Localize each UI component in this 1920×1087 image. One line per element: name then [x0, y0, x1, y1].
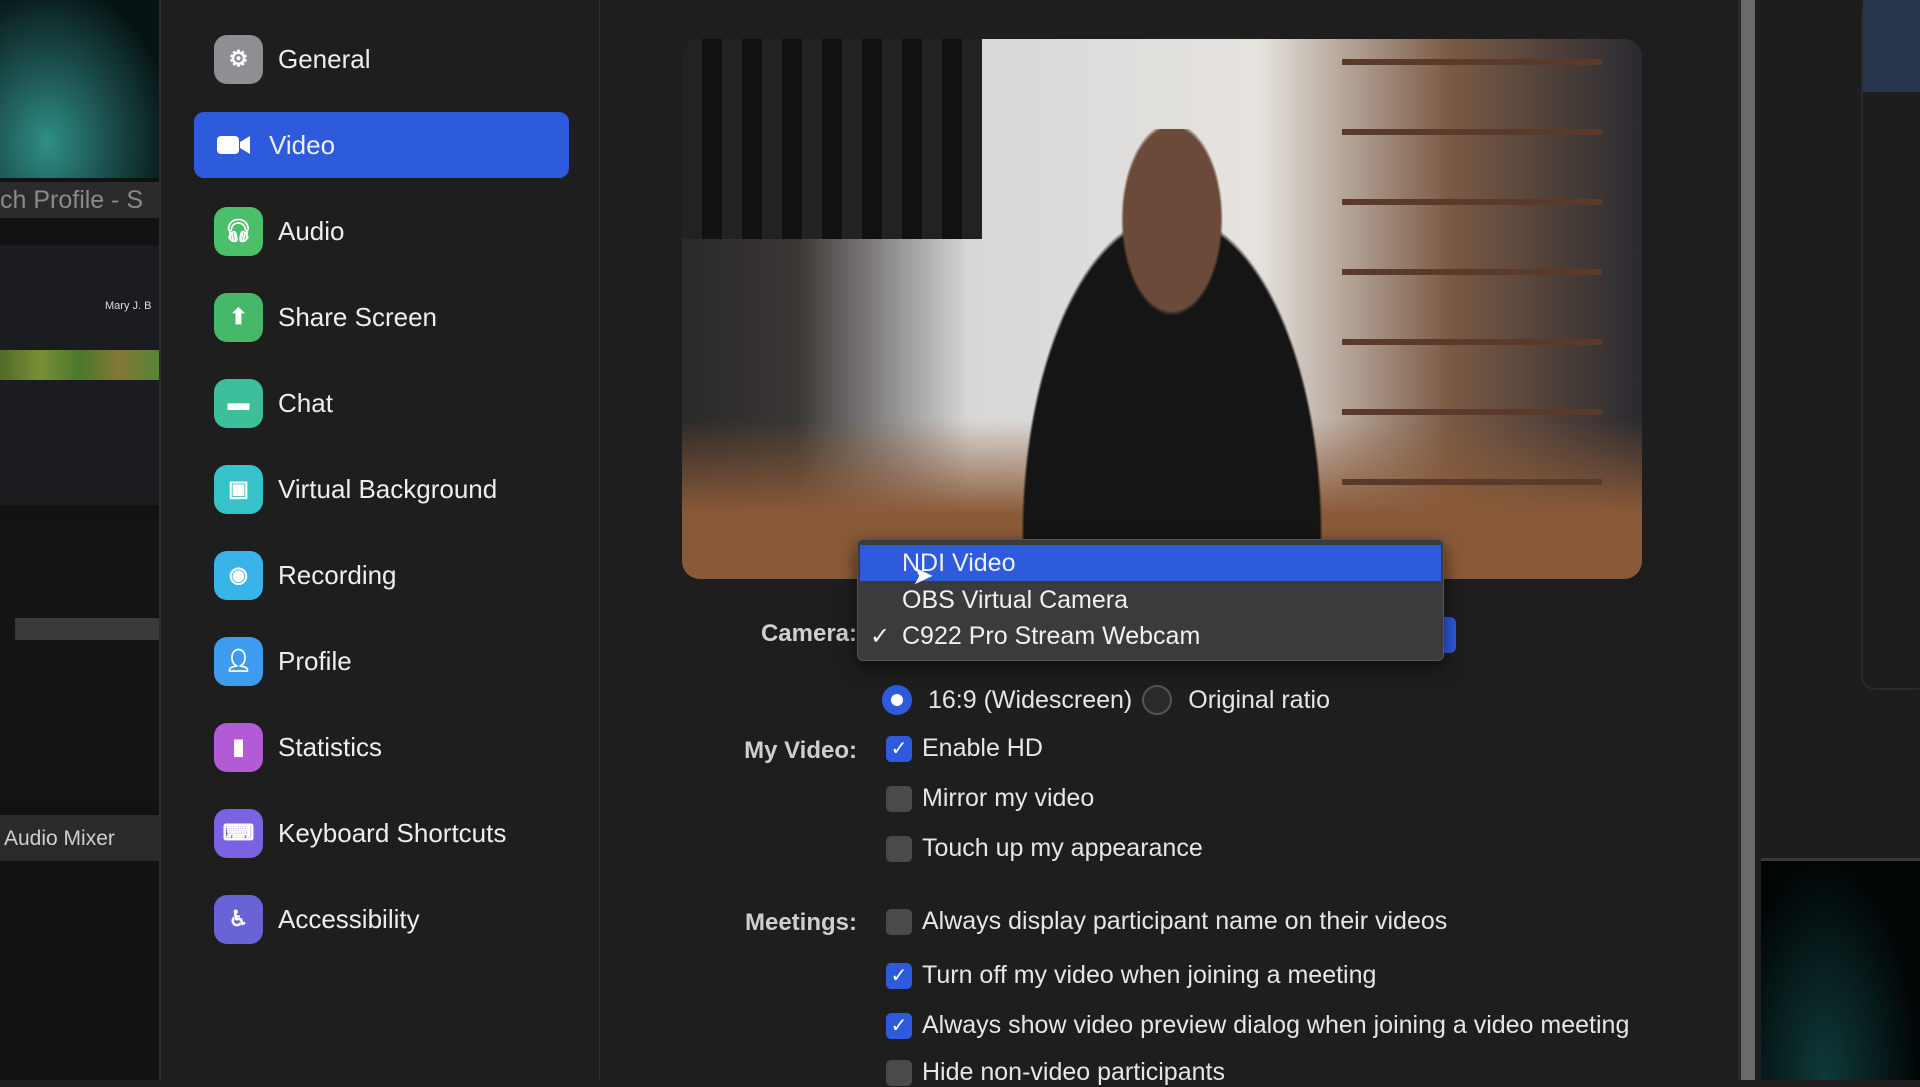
sidebar-item-label: Share Screen [278, 301, 437, 332]
background-obs-window: ch Profile - S Mary J. B Audio Mixer [0, 0, 159, 1080]
settings-sidebar: ⚙ General Video 🎧︎ Audio ⬆ Share Screen ▬ Ch… [159, 0, 600, 1080]
obs-track-selected [15, 618, 159, 640]
mouse-cursor-icon: ➤ [912, 560, 934, 590]
sidebar-item-label: Accessibility [278, 903, 420, 934]
checkbox-checked[interactable]: ✓ [886, 735, 912, 762]
sidebar-item-label: Chat [278, 387, 333, 418]
checkbox-unchecked[interactable] [886, 1059, 912, 1086]
sidebar-item-recording[interactable]: ◉ Recording [194, 542, 569, 608]
checkmark-icon: ✓ [870, 622, 891, 650]
obs-preview-image [0, 0, 159, 178]
sidebar-item-audio[interactable]: 🎧︎ Audio [194, 198, 569, 264]
checkbox-unchecked[interactable] [886, 835, 912, 862]
option-hide-non-video[interactable]: Hide non-video participants [886, 1058, 1225, 1087]
right-panel-thumbnail [1863, 0, 1920, 92]
sidebar-item-chat[interactable]: ▬ Chat [194, 370, 569, 436]
option-preview-dialog[interactable]: ✓ Always show video preview dialog when j… [886, 1011, 1629, 1040]
obs-audio-mixer-label: Audio Mixer [0, 815, 159, 861]
obs-window-title: ch Profile - S [0, 182, 159, 218]
accessibility-icon: ♿︎ [214, 894, 263, 944]
option-touch-up[interactable]: Touch up my appearance [886, 834, 1203, 863]
sidebar-item-label: Keyboard Shortcuts [278, 817, 507, 848]
meetings-label: Meetings: [744, 909, 857, 936]
acoustic-foam [682, 39, 982, 239]
ratio-options: 16:9 (Widescreen) Original ratio [882, 685, 1330, 715]
sidebar-item-general[interactable]: ⚙ General [194, 26, 569, 92]
chat-bubble-icon: ▬ [214, 378, 263, 428]
checkbox-unchecked[interactable] [886, 785, 912, 812]
sidebar-item-label: Audio [278, 215, 345, 246]
checkbox-label: Always display participant name on their… [922, 907, 1448, 935]
checkbox-label: Enable HD [922, 734, 1043, 762]
camera-option-obs-virtual-camera[interactable]: OBS Virtual Camera [860, 582, 1441, 618]
share-screen-icon: ⬆ [214, 292, 263, 342]
checkbox-label: Turn off my video when joining a meeting [922, 961, 1377, 989]
sidebar-item-video[interactable]: Video [194, 112, 569, 178]
sidebar-item-virtual-background[interactable]: ▣ Virtual Background [194, 456, 569, 522]
checkbox-checked[interactable]: ✓ [886, 1012, 912, 1039]
video-camera-icon [214, 121, 254, 170]
person [982, 129, 1362, 579]
background-right-window [1761, 0, 1920, 1080]
checkbox-label: Mirror my video [922, 784, 1095, 812]
starfield-image [1761, 858, 1920, 1080]
camera-preview [682, 39, 1642, 579]
radio-label: 16:9 (Widescreen) [928, 685, 1133, 714]
right-panel-card [1861, 0, 1920, 690]
my-video-label: My Video: [744, 737, 857, 764]
radio-original-ratio[interactable] [1142, 685, 1173, 715]
sidebar-item-statistics[interactable]: ▮ Statistics [194, 714, 569, 780]
option-enable-hd[interactable]: ✓ Enable HD [886, 734, 1043, 763]
option-label: C922 Pro Stream Webcam [902, 621, 1201, 650]
bar-chart-icon: ▮ [214, 722, 263, 772]
checkbox-label: Always show video preview dialog when jo… [922, 1011, 1630, 1039]
sidebar-item-label: Video [269, 129, 336, 160]
option-label: OBS Virtual Camera [902, 585, 1129, 614]
radio-widescreen[interactable] [882, 685, 912, 715]
sidebar-item-label: Statistics [278, 731, 383, 762]
gear-icon: ⚙ [214, 34, 263, 84]
keyboard-icon: ⌨ [214, 808, 263, 858]
bookshelf [1342, 59, 1602, 519]
obs-deck-track: Mary J. B [105, 300, 152, 312]
sidebar-item-label: Profile [278, 645, 352, 676]
obs-track-list [0, 520, 159, 800]
scrollbar[interactable] [1738, 0, 1755, 1080]
person-background-icon: ▣ [214, 464, 263, 514]
checkbox-label: Hide non-video participants [922, 1058, 1225, 1086]
sidebar-item-share-screen[interactable]: ⬆ Share Screen [194, 284, 569, 350]
camera-option-ndi-video[interactable]: NDI Video [860, 545, 1441, 581]
person-icon: 👤︎ [214, 636, 263, 686]
sidebar-item-label: Virtual Background [278, 473, 498, 504]
checkbox-unchecked[interactable] [886, 908, 912, 935]
sidebar-item-label: General [278, 43, 371, 74]
checkbox-checked[interactable]: ✓ [886, 962, 912, 989]
headphones-icon: 🎧︎ [214, 206, 263, 256]
radio-label: Original ratio [1188, 685, 1330, 714]
sidebar-item-keyboard-shortcuts[interactable]: ⌨ Keyboard Shortcuts [194, 800, 569, 866]
sidebar-item-profile[interactable]: 👤︎ Profile [194, 628, 569, 694]
camera-dropdown-menu[interactable]: NDI Video OBS Virtual Camera ✓ C922 Pro S… [857, 539, 1444, 661]
sidebar-item-label: Recording [278, 559, 397, 590]
sidebar-item-accessibility[interactable]: ♿︎ Accessibility [194, 886, 569, 952]
record-icon: ◉ [214, 550, 263, 600]
camera-option-c922[interactable]: ✓ C922 Pro Stream Webcam [860, 618, 1441, 654]
option-turn-off-video[interactable]: ✓ Turn off my video when joining a meetin… [886, 961, 1376, 990]
option-mirror-video[interactable]: Mirror my video [886, 784, 1094, 813]
obs-waveform [0, 350, 159, 380]
option-display-names[interactable]: Always display participant name on their… [886, 907, 1447, 936]
checkbox-label: Touch up my appearance [922, 834, 1203, 862]
camera-label: Camera: [760, 620, 857, 647]
